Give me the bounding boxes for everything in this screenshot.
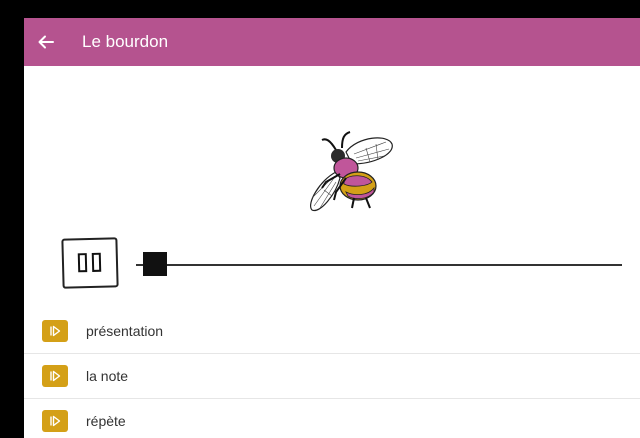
progress-thumb[interactable] bbox=[143, 252, 168, 276]
arrow-left-icon bbox=[38, 35, 54, 49]
pause-button[interactable] bbox=[61, 237, 119, 289]
track-label: présentation bbox=[86, 323, 164, 339]
bumblebee-icon bbox=[310, 131, 393, 212]
page-title: Le bourdon bbox=[82, 32, 169, 51]
play-icon[interactable] bbox=[42, 410, 68, 432]
track-item-repete[interactable]: répète bbox=[24, 399, 640, 438]
track-label: la note bbox=[86, 368, 129, 384]
pause-icon bbox=[77, 252, 102, 273]
app-screen: Le bourdon présentation la note répète bbox=[24, 18, 640, 438]
play-icon[interactable] bbox=[42, 320, 68, 342]
back-button[interactable] bbox=[28, 24, 64, 60]
track-label: répète bbox=[86, 413, 126, 429]
audio-player bbox=[24, 236, 640, 292]
track-list: présentation la note répète bbox=[24, 309, 640, 438]
track-item-presentation[interactable]: présentation bbox=[24, 309, 640, 354]
progress-track[interactable] bbox=[136, 264, 622, 266]
play-icon[interactable] bbox=[42, 365, 68, 387]
app-bar: Le bourdon bbox=[24, 18, 640, 66]
track-item-la-note[interactable]: la note bbox=[24, 354, 640, 399]
